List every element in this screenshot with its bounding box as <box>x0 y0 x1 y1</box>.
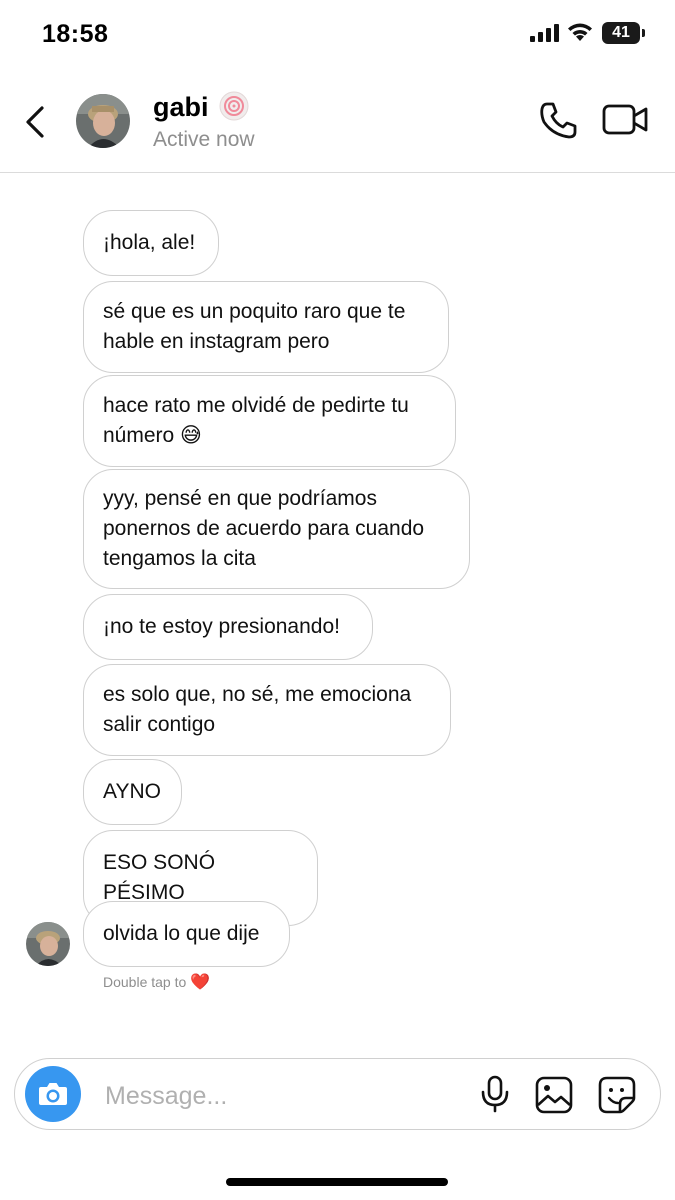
camera-icon <box>39 1083 67 1105</box>
message-line: hable en instagram pero <box>103 330 330 353</box>
message-line: sé que es un poquito raro que te <box>103 300 406 323</box>
battery-indicator: 41 <box>602 22 640 44</box>
message-line: ¡no te estoy presionando! <box>103 615 340 638</box>
avatar[interactable] <box>76 94 130 148</box>
status-bar: 18:58 41 <box>0 0 675 70</box>
heart-icon: ❤️ <box>190 974 211 991</box>
message-bubble[interactable]: AYNO <box>83 759 182 825</box>
message-line: ponernos de acuerdo para cuando <box>103 517 425 540</box>
message-bubble[interactable]: es solo que, no sé, me emociona salir co… <box>83 664 451 756</box>
sender-avatar[interactable] <box>26 922 70 966</box>
active-status: Active now <box>153 128 255 151</box>
video-camera-icon[interactable] <box>602 104 650 136</box>
microphone-icon[interactable] <box>479 1075 511 1113</box>
double-tap-hint: Double tap to ❤️ <box>103 972 210 992</box>
message-bubble[interactable]: hace rato me olvidé de pedirte tu número… <box>83 375 456 467</box>
contact-name[interactable]: gabi <box>153 92 209 123</box>
status-time: 18:58 <box>42 20 109 48</box>
chat-header: gabi Active now <box>0 72 675 173</box>
home-indicator <box>226 1178 448 1186</box>
message-bubble[interactable]: ¡hola, ale! <box>83 210 219 276</box>
message-line: olvida lo que dije <box>103 922 260 945</box>
back-chevron-icon[interactable] <box>22 102 52 142</box>
wifi-icon <box>568 23 592 41</box>
message-bubble[interactable]: sé que es un poquito raro que te hable e… <box>83 281 449 373</box>
message-line: es solo que, no sé, me emociona <box>103 683 412 706</box>
camera-button[interactable] <box>25 1066 81 1122</box>
message-input[interactable] <box>103 1079 407 1113</box>
message-line: salir contigo <box>103 713 216 736</box>
sticker-icon[interactable] <box>598 1076 636 1114</box>
battery-tip <box>642 29 645 37</box>
message-line: ESO SONÓ PÉSIMO <box>103 851 216 904</box>
message-line: AYNO <box>103 780 161 803</box>
message-bubble[interactable]: olvida lo que dije <box>83 901 290 967</box>
gallery-icon[interactable] <box>535 1076 573 1114</box>
message-line: tengamos la cita <box>103 547 256 570</box>
phone-icon[interactable] <box>538 100 578 140</box>
cellular-signal-icon <box>530 24 559 42</box>
verified-swirl-icon <box>219 91 249 121</box>
message-bubble[interactable]: yyy, pensé en que podríamos ponernos de … <box>83 469 470 589</box>
message-line: ¡hola, ale! <box>103 231 196 254</box>
hint-text: Double tap to <box>103 974 187 990</box>
message-line: yyy, pensé en que podríamos <box>103 487 377 510</box>
message-line: número 😅 <box>103 424 202 447</box>
message-bubble[interactable]: ¡no te estoy presionando! <box>83 594 373 660</box>
message-composer <box>14 1058 661 1130</box>
message-line: hace rato me olvidé de pedirte tu <box>103 394 409 417</box>
